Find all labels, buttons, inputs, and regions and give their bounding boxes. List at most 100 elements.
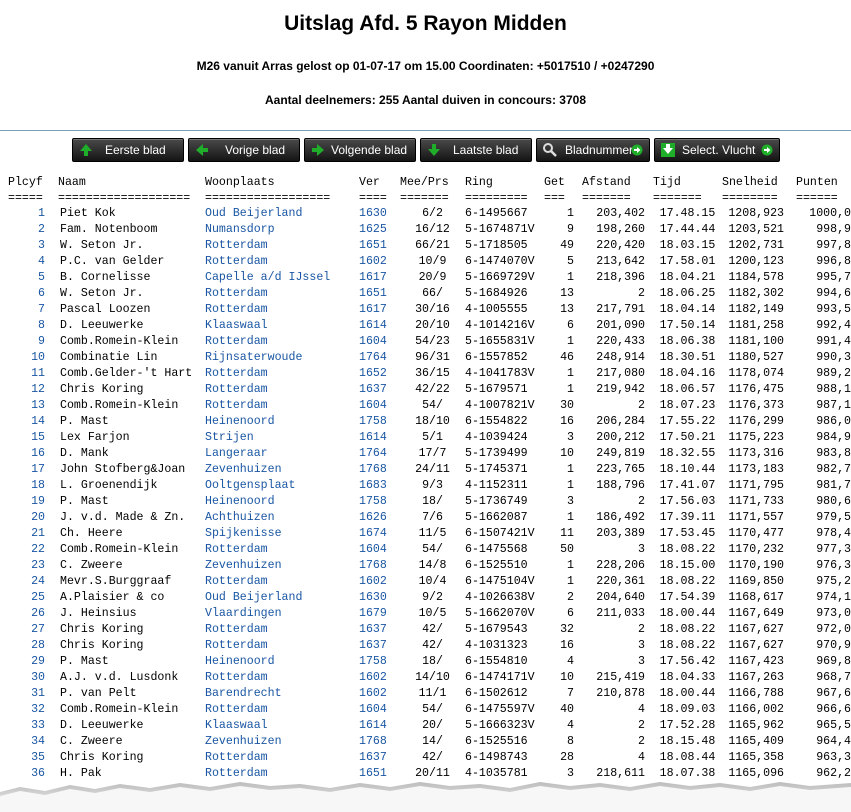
cell-plcyf[interactable]: 13 (0, 398, 52, 414)
cell-ver[interactable]: 1651 (359, 238, 400, 254)
cell-plcyf[interactable]: 8 (0, 318, 52, 334)
cell-plcyf[interactable]: 1 (0, 206, 52, 222)
cell-ver[interactable]: 1604 (359, 334, 400, 350)
cell-plcyf[interactable]: 16 (0, 446, 52, 462)
cell-plcyf[interactable]: 28 (0, 638, 52, 654)
cell-plcyf[interactable]: 24 (0, 574, 52, 590)
cell-ver[interactable]: 1602 (359, 686, 400, 702)
cell-plcyf[interactable]: 5 (0, 270, 52, 286)
cell-woonplaats[interactable]: Rotterdam (205, 286, 359, 302)
cell-woonplaats[interactable]: Rotterdam (205, 542, 359, 558)
cell-plcyf[interactable]: 27 (0, 622, 52, 638)
cell-ver[interactable]: 1630 (359, 206, 400, 222)
cell-woonplaats[interactable]: Heinenoord (205, 494, 359, 510)
cell-ver[interactable]: 1683 (359, 478, 400, 494)
cell-plcyf[interactable]: 19 (0, 494, 52, 510)
cell-woonplaats[interactable]: Zevenhuizen (205, 734, 359, 750)
cell-woonplaats[interactable]: Rotterdam (205, 670, 359, 686)
cell-ver[interactable]: 1768 (359, 734, 400, 750)
cell-ver[interactable]: 1602 (359, 574, 400, 590)
cell-plcyf[interactable]: 9 (0, 334, 52, 350)
cell-plcyf[interactable]: 26 (0, 606, 52, 622)
cell-ver[interactable]: 1630 (359, 590, 400, 606)
cell-ver[interactable]: 1758 (359, 414, 400, 430)
cell-woonplaats[interactable]: Langeraar (205, 446, 359, 462)
cell-ver[interactable]: 1679 (359, 606, 400, 622)
cell-plcyf[interactable]: 32 (0, 702, 52, 718)
cell-plcyf[interactable]: 10 (0, 350, 52, 366)
cell-ver[interactable]: 1614 (359, 430, 400, 446)
cell-woonplaats[interactable]: Klaaswaal (205, 318, 359, 334)
cell-ver[interactable]: 1674 (359, 526, 400, 542)
cell-woonplaats[interactable]: Vlaardingen (205, 606, 359, 622)
cell-plcyf[interactable]: 12 (0, 382, 52, 398)
cell-woonplaats[interactable]: Rotterdam (205, 238, 359, 254)
cell-woonplaats[interactable]: Rotterdam (205, 622, 359, 638)
cell-ver[interactable]: 1637 (359, 638, 400, 654)
cell-woonplaats[interactable]: Heinenoord (205, 654, 359, 670)
cell-woonplaats[interactable]: Rotterdam (205, 702, 359, 718)
cell-woonplaats[interactable]: Numansdorp (205, 222, 359, 238)
cell-plcyf[interactable]: 31 (0, 686, 52, 702)
cell-woonplaats[interactable]: Rotterdam (205, 366, 359, 382)
cell-ver[interactable]: 1652 (359, 366, 400, 382)
cell-ver[interactable]: 1602 (359, 670, 400, 686)
cell-ver[interactable]: 1614 (359, 318, 400, 334)
cell-plcyf[interactable]: 4 (0, 254, 52, 270)
cell-woonplaats[interactable]: Capelle a/d IJssel (205, 270, 359, 286)
cell-woonplaats[interactable]: Rotterdam (205, 254, 359, 270)
cell-ver[interactable]: 1768 (359, 558, 400, 574)
cell-woonplaats[interactable]: Heinenoord (205, 414, 359, 430)
cell-plcyf[interactable]: 20 (0, 510, 52, 526)
cell-ver[interactable]: 1614 (359, 718, 400, 734)
cell-woonplaats[interactable]: Rotterdam (205, 574, 359, 590)
cell-woonplaats[interactable]: Rotterdam (205, 382, 359, 398)
cell-woonplaats[interactable]: Achthuizen (205, 510, 359, 526)
cell-ver[interactable]: 1768 (359, 462, 400, 478)
cell-ver[interactable]: 1637 (359, 750, 400, 766)
cell-woonplaats[interactable]: Strijen (205, 430, 359, 446)
cell-ver[interactable]: 1602 (359, 254, 400, 270)
cell-ver[interactable]: 1617 (359, 270, 400, 286)
cell-plcyf[interactable]: 17 (0, 462, 52, 478)
cell-woonplaats[interactable]: Rotterdam (205, 750, 359, 766)
cell-plcyf[interactable]: 21 (0, 526, 52, 542)
previous-page-button[interactable]: Vorige blad (188, 138, 300, 162)
cell-plcyf[interactable]: 30 (0, 670, 52, 686)
cell-plcyf[interactable]: 6 (0, 286, 52, 302)
first-page-button[interactable]: Eerste blad (72, 138, 184, 162)
last-page-button[interactable]: Laatste blad (420, 138, 532, 162)
cell-plcyf[interactable]: 7 (0, 302, 52, 318)
cell-plcyf[interactable]: 22 (0, 542, 52, 558)
cell-woonplaats[interactable]: Ooltgensplaat (205, 478, 359, 494)
cell-woonplaats[interactable]: Rotterdam (205, 334, 359, 350)
cell-ver[interactable]: 1758 (359, 494, 400, 510)
cell-ver[interactable]: 1637 (359, 622, 400, 638)
cell-plcyf[interactable]: 14 (0, 414, 52, 430)
cell-woonplaats[interactable]: Oud Beijerland (205, 206, 359, 222)
cell-plcyf[interactable]: 3 (0, 238, 52, 254)
cell-plcyf[interactable]: 11 (0, 366, 52, 382)
cell-ver[interactable]: 1637 (359, 382, 400, 398)
cell-plcyf[interactable]: 33 (0, 718, 52, 734)
cell-woonplaats[interactable]: Zevenhuizen (205, 462, 359, 478)
cell-ver[interactable]: 1626 (359, 510, 400, 526)
cell-woonplaats[interactable]: Barendrecht (205, 686, 359, 702)
cell-plcyf[interactable]: 2 (0, 222, 52, 238)
cell-woonplaats[interactable]: Zevenhuizen (205, 558, 359, 574)
cell-woonplaats[interactable]: Rotterdam (205, 398, 359, 414)
cell-ver[interactable]: 1651 (359, 286, 400, 302)
cell-ver[interactable]: 1758 (359, 654, 400, 670)
cell-plcyf[interactable]: 15 (0, 430, 52, 446)
select-flight-button[interactable]: Select. Vlucht (654, 138, 780, 162)
cell-ver[interactable]: 1764 (359, 350, 400, 366)
cell-plcyf[interactable]: 34 (0, 734, 52, 750)
cell-plcyf[interactable]: 18 (0, 478, 52, 494)
cell-woonplaats[interactable]: Oud Beijerland (205, 590, 359, 606)
cell-plcyf[interactable]: 25 (0, 590, 52, 606)
cell-woonplaats[interactable]: Klaaswaal (205, 718, 359, 734)
cell-woonplaats[interactable]: Rotterdam (205, 302, 359, 318)
cell-ver[interactable]: 1604 (359, 702, 400, 718)
cell-ver[interactable]: 1764 (359, 446, 400, 462)
page-number-button[interactable]: Bladnummer (536, 138, 650, 162)
